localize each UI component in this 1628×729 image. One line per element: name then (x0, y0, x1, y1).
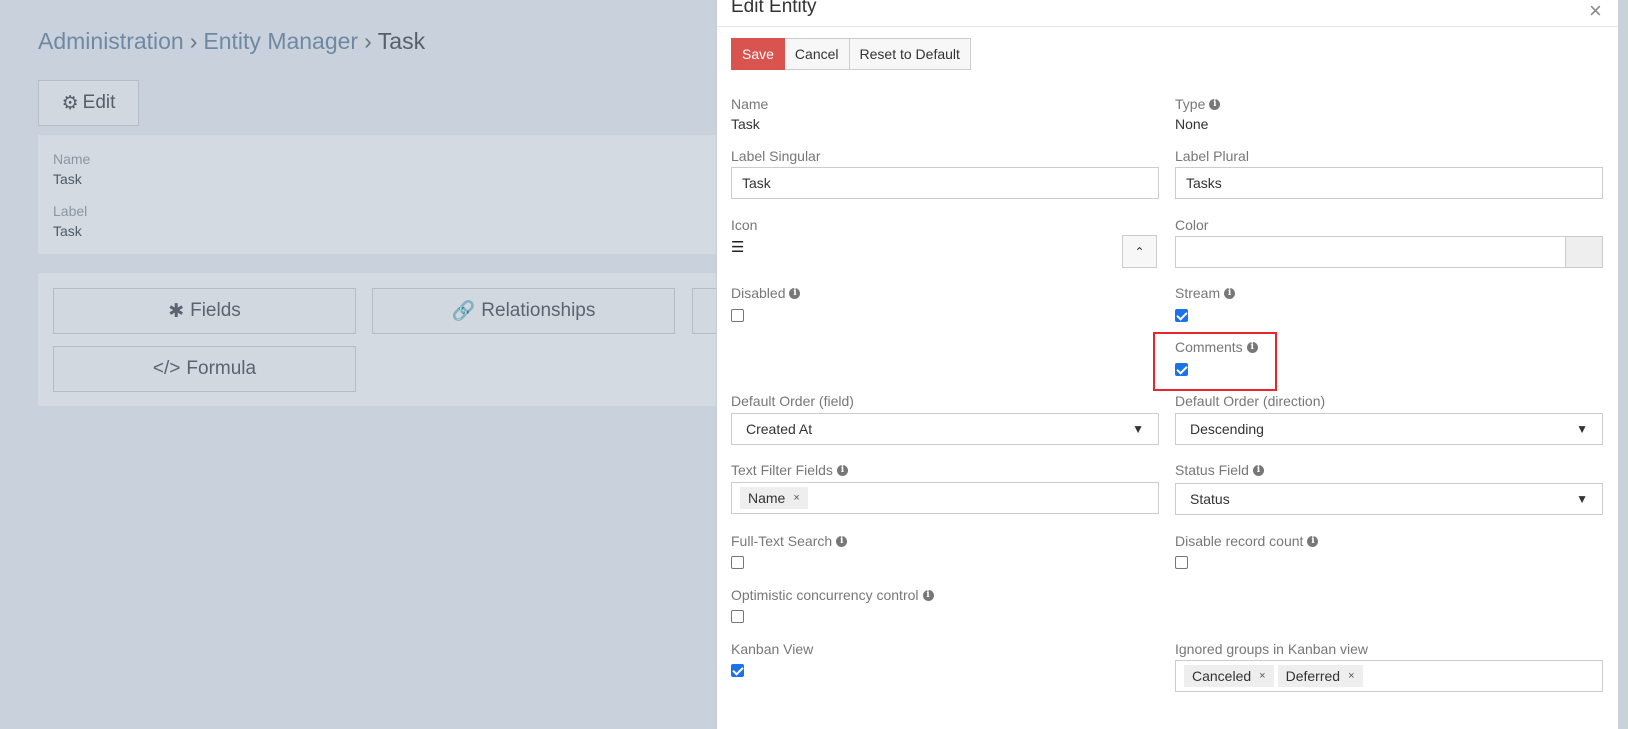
save-button[interactable]: Save (731, 38, 785, 70)
label-singular-input[interactable]: Task (731, 167, 1159, 199)
chevron-up-icon[interactable]: ⌃ (1122, 235, 1157, 268)
formula-button[interactable]: </> Formula (53, 346, 356, 392)
tag: Canceled × (1184, 665, 1274, 687)
color-swatch[interactable] (1565, 236, 1603, 268)
kanban-view-label: Kanban View (731, 641, 814, 657)
asterisk-icon: ✱ (168, 300, 185, 322)
type-label: Type i (1175, 96, 1221, 112)
ignored-groups-input[interactable]: Canceled × Deferred × (1175, 660, 1603, 692)
breadcrumb-administration[interactable]: Administration (38, 28, 184, 54)
disable-record-count-label: Disable record count i (1175, 533, 1319, 549)
info-icon: i (836, 464, 848, 476)
modal-header: Edit Entity × (717, 0, 1619, 27)
breadcrumb: Administration › Entity Manager › Task (38, 28, 426, 54)
default-order-field-label: Default Order (field) (731, 393, 854, 409)
remove-tag-icon[interactable]: × (1348, 670, 1354, 682)
stream-checkbox[interactable] (1175, 309, 1188, 322)
tag: Name × (740, 487, 808, 509)
breadcrumb-entity-manager[interactable]: Entity Manager (203, 28, 358, 54)
close-icon[interactable]: × (1589, 0, 1602, 24)
status-field-label: Status Field i (1175, 462, 1264, 478)
edit-button[interactable]: ⚙ Edit (38, 80, 139, 126)
full-text-search-checkbox[interactable] (731, 556, 744, 569)
ignored-groups-label: Ignored groups in Kanban view (1175, 641, 1369, 657)
chevron-down-icon: ▼ (1576, 422, 1588, 436)
cancel-button[interactable]: Cancel (784, 38, 850, 70)
default-order-direction-label: Default Order (direction) (1175, 393, 1326, 409)
chevron-down-icon: ▼ (1576, 492, 1588, 506)
fields-button[interactable]: ✱ Fields (53, 288, 356, 334)
full-text-search-label: Full-Text Search i (731, 533, 848, 549)
info-icon: i (1252, 464, 1264, 476)
entity-info-panel: Name Task Label Task (38, 135, 738, 254)
label-plural-input[interactable]: Tasks (1175, 167, 1603, 199)
name-label: Name (731, 96, 769, 112)
label-value: Task (53, 223, 82, 239)
page-edge (1618, 0, 1628, 729)
link-icon: 🔗 (451, 301, 476, 322)
name-value: Task (731, 116, 760, 132)
info-icon: i (1224, 287, 1236, 299)
relationships-button[interactable]: 🔗 Relationships (372, 288, 675, 334)
disabled-checkbox[interactable] (731, 309, 744, 322)
text-filter-fields-input[interactable]: Name × (731, 482, 1159, 514)
breadcrumb-current: Task (377, 28, 426, 54)
stream-label: Stream i (1175, 285, 1236, 301)
default-order-direction-select[interactable]: Descending ▼ (1175, 413, 1603, 445)
remove-tag-icon[interactable]: × (1259, 670, 1265, 682)
tag: Deferred × (1277, 665, 1363, 687)
info-icon: i (789, 287, 801, 299)
code-icon: </> (152, 358, 181, 379)
entity-actions-panel: ✱ Fields 🔗 Relationships </> Formula (38, 273, 738, 406)
type-value: None (1175, 116, 1209, 132)
gear-icon: ⚙ (61, 92, 79, 114)
optimistic-concurrency-checkbox[interactable] (731, 610, 744, 623)
disable-record-count-checkbox[interactable] (1175, 556, 1188, 569)
label-label: Label (53, 203, 88, 219)
remove-tag-icon[interactable]: × (793, 492, 799, 504)
disabled-label: Disabled i (731, 285, 801, 301)
list-check-icon: ☰ (731, 239, 745, 256)
info-icon: i (1209, 98, 1221, 110)
optimistic-concurrency-label: Optimistic concurrency control i (731, 587, 934, 603)
info-icon: i (922, 589, 934, 601)
icon-label: Icon (731, 217, 758, 233)
label-plural-label: Label Plural (1175, 148, 1249, 164)
status-field-select[interactable]: Status ▼ (1175, 483, 1603, 515)
reset-button[interactable]: Reset to Default (849, 38, 971, 70)
action-buttons: Save Cancel Reset to Default (731, 38, 971, 70)
comments-highlight-box (1153, 332, 1277, 391)
color-input[interactable] (1175, 236, 1566, 268)
name-label: Name (53, 151, 91, 167)
info-icon: i (1307, 535, 1319, 547)
color-label: Color (1175, 217, 1209, 233)
kanban-view-checkbox[interactable] (731, 664, 744, 677)
text-filter-fields-label: Text Filter Fields i (731, 462, 848, 478)
chevron-down-icon: ▼ (1132, 422, 1144, 436)
modal-title: Edit Entity (731, 0, 817, 17)
info-icon: i (836, 535, 848, 547)
default-order-field-select[interactable]: Created At ▼ (731, 413, 1159, 445)
name-value: Task (53, 171, 82, 187)
label-singular-label: Label Singular (731, 148, 821, 164)
